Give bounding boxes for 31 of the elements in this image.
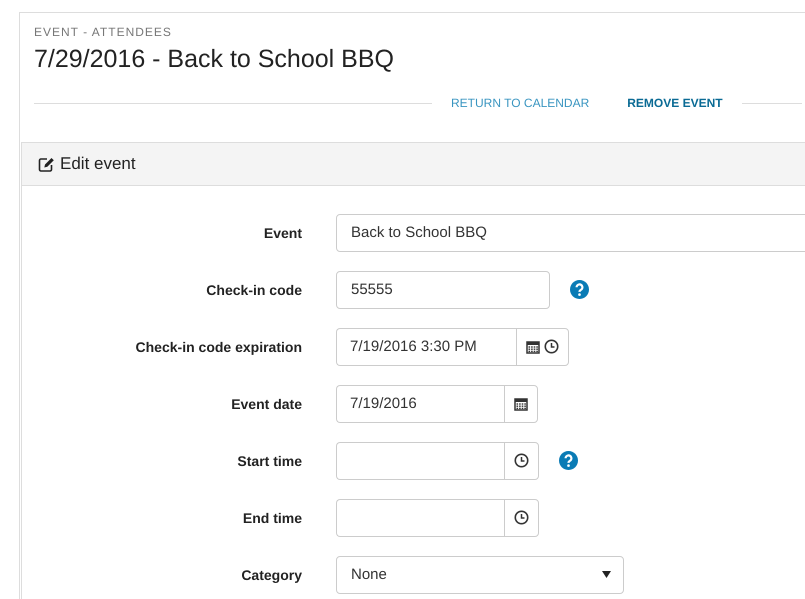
- calendar-icon: [514, 396, 528, 410]
- field-label: Event: [262, 224, 302, 240]
- field-label: Check-in code expiration: [134, 338, 302, 354]
- help-icon[interactable]: [570, 280, 589, 299]
- field-label: Start time: [236, 452, 302, 468]
- time-field[interactable]: [336, 442, 504, 480]
- field-label: Event date: [230, 396, 302, 412]
- breadcrumb: EVENT - ATTENDEES: [34, 25, 173, 39]
- field-label: End time: [242, 510, 302, 526]
- picker-button[interactable]: [504, 498, 539, 536]
- page-title: 7/29/2016 - Back to School BBQ: [34, 45, 395, 74]
- help-icon[interactable]: [559, 451, 578, 470]
- select-field[interactable]: None: [336, 556, 624, 594]
- edit-icon: [38, 156, 55, 172]
- calendar-icon: [526, 340, 540, 354]
- text-field[interactable]: Back to School BBQ: [336, 214, 805, 252]
- field-label: Check-in code: [205, 282, 302, 298]
- dropdown-caret-icon: [602, 571, 611, 578]
- clock-icon: [514, 510, 529, 525]
- picker-button[interactable]: [504, 442, 539, 480]
- clock-icon: [514, 453, 529, 468]
- picker-button[interactable]: [504, 384, 538, 422]
- time-field[interactable]: [336, 498, 504, 536]
- date-field[interactable]: 7/19/2016: [336, 384, 504, 422]
- nav-link[interactable]: REMOVE EVENT: [608, 96, 742, 110]
- text-field[interactable]: 55555: [336, 270, 550, 308]
- clock-icon: [544, 339, 559, 354]
- picker-button[interactable]: [516, 328, 569, 366]
- panel-title: Edit event: [60, 154, 136, 174]
- field-label: Category: [240, 566, 302, 582]
- date-field[interactable]: 7/19/2016 3:30 PM: [336, 328, 516, 366]
